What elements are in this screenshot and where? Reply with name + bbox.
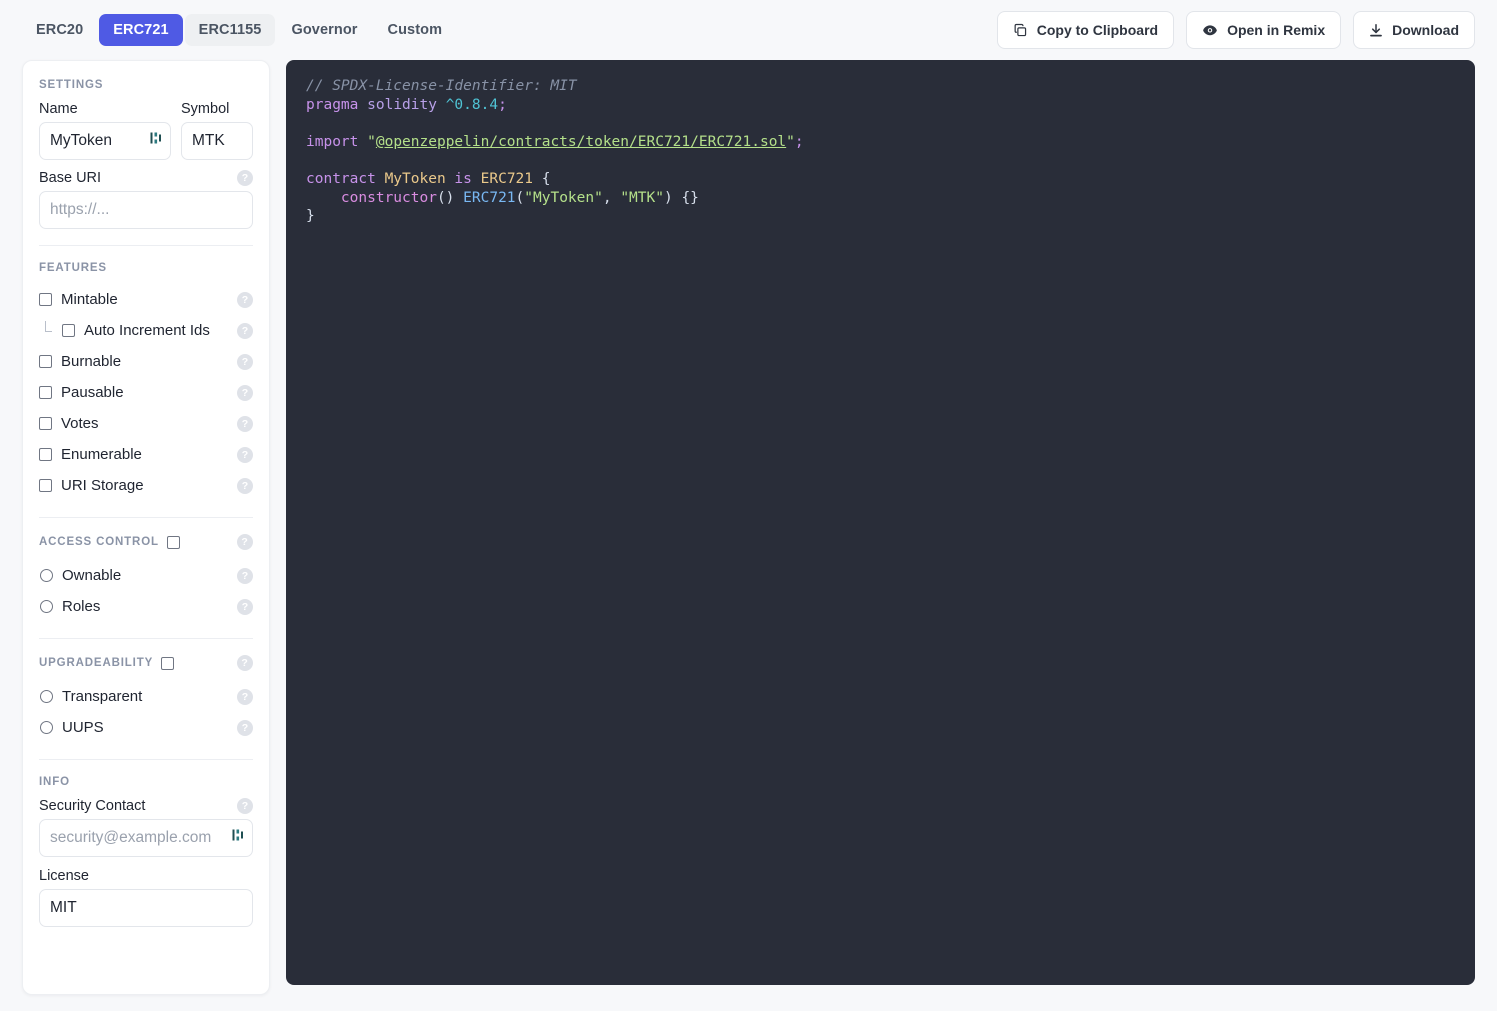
- solidity-code: // SPDX-License-Identifier: MIT pragma s…: [306, 78, 804, 225]
- upgradeability-section-title: UPGRADEABILITY ?: [39, 655, 253, 671]
- ownable-help-icon[interactable]: ?: [237, 567, 253, 584]
- top-bar: ERC20 ERC721 ERC1155 Governor Custom Cop…: [0, 0, 1497, 60]
- roles-label: Roles: [62, 598, 101, 615]
- auto-increment-ids-help-icon[interactable]: ?: [237, 322, 253, 339]
- access-control-title-text: ACCESS CONTROL: [39, 536, 159, 548]
- download-label: Download: [1392, 22, 1459, 38]
- tab-erc721[interactable]: ERC721: [99, 14, 183, 46]
- uri-storage-label: URI Storage: [61, 477, 144, 494]
- access-control-ownable[interactable]: Ownable ?: [39, 560, 253, 591]
- divider-upgradeability: [39, 759, 253, 760]
- votes-label: Votes: [61, 415, 99, 432]
- settings-sidebar: SETTINGS Name Symbol: [22, 60, 270, 995]
- license-label: License: [39, 868, 89, 884]
- upgradeability-uups[interactable]: UUPS ?: [39, 712, 253, 743]
- name-symbol-row: Name Symbol: [39, 101, 253, 160]
- copy-to-clipboard-label: Copy to Clipboard: [1036, 22, 1159, 38]
- symbol-label: Symbol: [181, 101, 230, 117]
- enumerable-checkbox[interactable]: [39, 448, 52, 461]
- upgradeability-title-text: UPGRADEABILITY: [39, 657, 154, 669]
- upgradeability-transparent[interactable]: Transparent ?: [39, 681, 253, 712]
- tree-connector-icon: [41, 321, 53, 337]
- tab-governor[interactable]: Governor: [277, 14, 371, 46]
- base-uri-label-row: Base URI ?: [39, 170, 253, 186]
- base-uri-label: Base URI: [39, 170, 102, 186]
- feature-uri-storage[interactable]: URI Storage ?: [39, 470, 253, 501]
- name-label: Name: [39, 101, 78, 117]
- ownable-radio[interactable]: [40, 569, 53, 582]
- access-control-checkbox[interactable]: [166, 535, 180, 549]
- burnable-help-icon[interactable]: ?: [237, 353, 253, 370]
- symbol-field-group: Symbol: [181, 101, 253, 160]
- auto-increment-ids-checkbox[interactable]: [62, 324, 75, 337]
- feature-auto-increment-ids[interactable]: Auto Increment Ids ?: [39, 315, 253, 346]
- tab-erc20[interactable]: ERC20: [22, 14, 97, 46]
- security-contact-label: Security Contact: [39, 798, 146, 814]
- main-content: SETTINGS Name Symbol: [0, 60, 1497, 995]
- open-in-remix-label: Open in Remix: [1227, 22, 1326, 38]
- action-buttons: Copy to Clipboard Open in Remix Download: [996, 11, 1475, 49]
- transparent-radio[interactable]: [40, 690, 53, 703]
- votes-checkbox[interactable]: [39, 417, 52, 430]
- remix-icon: [1202, 23, 1218, 38]
- symbol-input[interactable]: [181, 122, 253, 160]
- uups-radio[interactable]: [40, 721, 53, 734]
- copy-to-clipboard-button[interactable]: Copy to Clipboard: [996, 11, 1175, 49]
- access-control-roles[interactable]: Roles ?: [39, 591, 253, 622]
- base-uri-help-icon[interactable]: ?: [237, 170, 253, 186]
- votes-help-icon[interactable]: ?: [237, 415, 253, 432]
- transparent-label: Transparent: [62, 688, 143, 705]
- roles-radio[interactable]: [40, 600, 53, 613]
- burnable-label: Burnable: [61, 353, 122, 370]
- feature-mintable[interactable]: Mintable ?: [39, 284, 253, 315]
- pausable-label: Pausable: [61, 384, 124, 401]
- feature-pausable[interactable]: Pausable ?: [39, 377, 253, 408]
- open-in-remix-button[interactable]: Open in Remix: [1186, 11, 1342, 49]
- download-icon: [1369, 23, 1383, 38]
- upgradeability-checkbox[interactable]: [161, 656, 175, 670]
- divider-access-control: [39, 638, 253, 639]
- divider-features: [39, 517, 253, 518]
- access-control-section-title: ACCESS CONTROL ?: [39, 534, 253, 550]
- uups-help-icon[interactable]: ?: [237, 719, 253, 736]
- uri-storage-checkbox[interactable]: [39, 479, 52, 492]
- download-button[interactable]: Download: [1353, 11, 1475, 49]
- uups-label: UUPS: [62, 719, 104, 736]
- divider-settings: [39, 245, 253, 246]
- feature-votes[interactable]: Votes ?: [39, 408, 253, 439]
- base-uri-input[interactable]: [39, 191, 253, 229]
- access-control-help-icon[interactable]: ?: [237, 534, 253, 550]
- name-input[interactable]: [39, 122, 171, 160]
- pausable-checkbox[interactable]: [39, 386, 52, 399]
- mintable-help-icon[interactable]: ?: [237, 291, 253, 308]
- ownable-label: Ownable: [62, 567, 122, 584]
- feature-enumerable[interactable]: Enumerable ?: [39, 439, 253, 470]
- security-contact-input[interactable]: [39, 819, 253, 857]
- roles-help-icon[interactable]: ?: [237, 598, 253, 615]
- auto-increment-ids-label: Auto Increment Ids: [84, 322, 210, 339]
- settings-section-title: SETTINGS: [39, 79, 104, 91]
- burnable-checkbox[interactable]: [39, 355, 52, 368]
- enumerable-label: Enumerable: [61, 446, 142, 463]
- code-preview-panel[interactable]: // SPDX-License-Identifier: MIT pragma s…: [286, 60, 1475, 985]
- copy-icon: [1013, 23, 1028, 38]
- mintable-checkbox[interactable]: [39, 293, 52, 306]
- mintable-label: Mintable: [61, 291, 118, 308]
- uri-storage-help-icon[interactable]: ?: [237, 477, 253, 494]
- name-field-group: Name: [39, 101, 171, 160]
- transparent-help-icon[interactable]: ?: [237, 688, 253, 705]
- features-section-title: FEATURES: [39, 262, 107, 274]
- tab-custom[interactable]: Custom: [374, 14, 457, 46]
- tab-erc1155[interactable]: ERC1155: [184, 14, 276, 46]
- feature-burnable[interactable]: Burnable ?: [39, 346, 253, 377]
- security-contact-label-row: Security Contact ?: [39, 798, 253, 814]
- enumerable-help-icon[interactable]: ?: [237, 446, 253, 463]
- info-section-title: INFO: [39, 776, 70, 788]
- security-contact-help-icon[interactable]: ?: [237, 798, 253, 814]
- pausable-help-icon[interactable]: ?: [237, 384, 253, 401]
- upgradeability-help-icon[interactable]: ?: [237, 655, 253, 671]
- license-input[interactable]: [39, 889, 253, 927]
- code-comment-line: // SPDX-License-Identifier: MIT: [306, 78, 577, 94]
- contract-type-tabs: ERC20 ERC721 ERC1155 Governor Custom: [22, 14, 456, 46]
